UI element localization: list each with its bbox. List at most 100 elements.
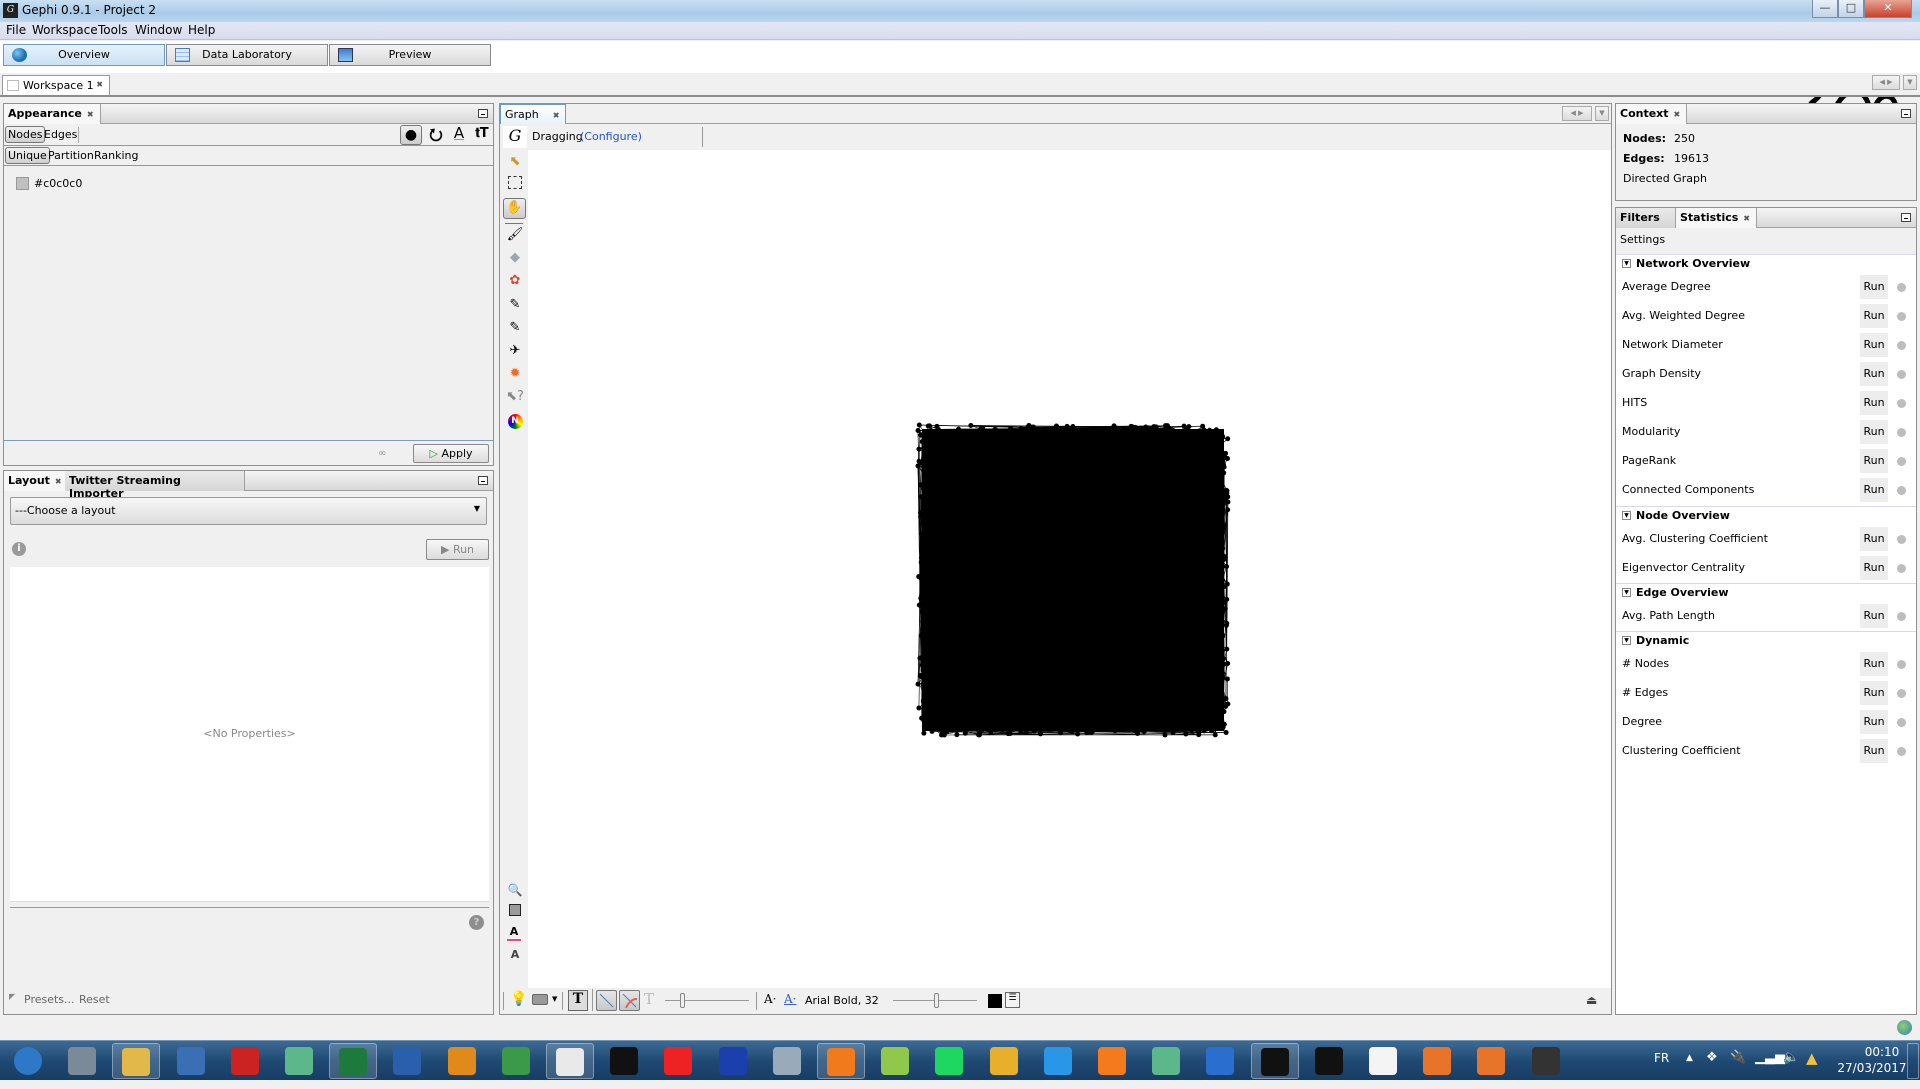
graph-node[interactable] bbox=[921, 731, 926, 736]
help-icon[interactable] bbox=[1897, 312, 1906, 321]
minimize-panel-button[interactable] bbox=[1901, 109, 1911, 118]
graph-node[interactable] bbox=[988, 727, 993, 732]
font-color-icon[interactable]: A· bbox=[784, 992, 796, 1006]
menu-window[interactable]: Window bbox=[131, 23, 186, 37]
help-icon[interactable] bbox=[1897, 370, 1906, 379]
minimize-panel-button[interactable] bbox=[478, 476, 488, 485]
taskbar-app-rocket[interactable] bbox=[492, 1043, 540, 1079]
graph-node[interactable] bbox=[1018, 544, 1023, 549]
graph-node[interactable] bbox=[974, 727, 979, 732]
workspace-tab-nav[interactable]: ◀ ▶ bbox=[1872, 75, 1900, 90]
collapse-toggle-icon[interactable]: ▼ bbox=[1622, 588, 1631, 597]
graph-node[interactable] bbox=[1151, 723, 1156, 728]
graph-node[interactable] bbox=[1039, 552, 1044, 557]
font-icon[interactable]: A· bbox=[764, 992, 776, 1006]
graph-node[interactable] bbox=[918, 460, 923, 465]
taskbar-app-atom[interactable] bbox=[275, 1043, 323, 1079]
taskbar-app-console[interactable] bbox=[1522, 1043, 1570, 1079]
graph-node[interactable] bbox=[1209, 728, 1214, 733]
taskbar-app-excel[interactable] bbox=[329, 1043, 377, 1079]
help-icon[interactable] bbox=[1897, 564, 1906, 573]
graph-node[interactable] bbox=[1221, 470, 1226, 475]
run-statistic-button[interactable]: Run bbox=[1860, 556, 1888, 580]
taskbar-app-heat[interactable] bbox=[1196, 1043, 1244, 1079]
graph-node[interactable] bbox=[917, 603, 922, 608]
perspective-preview[interactable]: Preview bbox=[329, 44, 491, 66]
graph-node[interactable] bbox=[968, 423, 973, 428]
graph-node[interactable] bbox=[975, 464, 980, 469]
color-swatch[interactable] bbox=[16, 177, 29, 190]
unique-tab[interactable]: Unique bbox=[5, 147, 50, 164]
taskbar-app-gephi[interactable] bbox=[600, 1043, 648, 1079]
graph-node[interactable] bbox=[1224, 597, 1229, 602]
perspective-data-laboratory[interactable]: Data Laboratory bbox=[166, 44, 328, 66]
collapse-toggle-icon[interactable]: ▼ bbox=[1622, 511, 1631, 520]
graph-node[interactable] bbox=[1110, 687, 1115, 692]
configure-link[interactable]: (Configure) bbox=[580, 130, 642, 143]
settings-link[interactable]: Settings bbox=[1620, 233, 1665, 246]
presets-link[interactable]: Presets... bbox=[24, 993, 75, 1006]
graph-node[interactable] bbox=[954, 732, 959, 737]
graph-node[interactable] bbox=[1185, 436, 1190, 441]
graph-node[interactable] bbox=[1153, 553, 1158, 558]
graph-node[interactable] bbox=[1084, 730, 1089, 735]
graph-node[interactable] bbox=[993, 727, 998, 732]
graph-tab-nav[interactable]: ◀ ▶ bbox=[1562, 106, 1592, 121]
tab-filters[interactable]: Filters bbox=[1616, 208, 1676, 228]
graph-node[interactable] bbox=[919, 655, 924, 660]
graph-node[interactable] bbox=[1220, 633, 1225, 638]
graph-node[interactable] bbox=[1225, 507, 1230, 512]
taskbar-app-slack[interactable] bbox=[980, 1043, 1028, 1079]
graph-node[interactable] bbox=[1011, 727, 1016, 732]
help-icon[interactable] bbox=[1897, 399, 1906, 408]
taskbar-app-player[interactable] bbox=[817, 1043, 865, 1079]
graph-node[interactable] bbox=[1058, 515, 1063, 520]
taskbar-app-outlook[interactable] bbox=[438, 1043, 486, 1079]
diamond-icon[interactable]: ◆ bbox=[506, 249, 524, 267]
show-desktop-button[interactable] bbox=[1907, 1043, 1919, 1079]
size-icon[interactable]: ⭮ bbox=[426, 125, 446, 145]
graph-node[interactable] bbox=[1164, 476, 1169, 481]
info-icon[interactable]: i bbox=[12, 542, 26, 556]
restore-button[interactable]: □ bbox=[1838, 0, 1864, 18]
help-icon[interactable] bbox=[1897, 283, 1906, 292]
graph-node[interactable] bbox=[1142, 729, 1147, 734]
graph-node[interactable] bbox=[1213, 732, 1218, 737]
taskbar-app-box[interactable] bbox=[763, 1043, 811, 1079]
graph-node[interactable] bbox=[1224, 621, 1229, 626]
graph-node[interactable] bbox=[919, 716, 924, 721]
graph-node[interactable] bbox=[978, 427, 983, 432]
graph-node[interactable] bbox=[1225, 499, 1230, 504]
run-statistic-button[interactable]: Run bbox=[1860, 420, 1888, 444]
background-color-icon[interactable] bbox=[509, 904, 521, 916]
close-tab-icon[interactable]: ✖ bbox=[87, 110, 94, 119]
workspace-tab[interactable]: Workspace 1 ✖ bbox=[2, 75, 110, 95]
edge-scale-slider-handle[interactable] bbox=[680, 993, 685, 1008]
volume-icon[interactable]: 🔈 bbox=[1783, 1050, 1799, 1065]
graph-node[interactable] bbox=[1223, 696, 1228, 701]
show-node-labels-icon[interactable]: T bbox=[568, 990, 588, 1011]
graph-node[interactable] bbox=[1130, 424, 1135, 429]
tab-layout[interactable]: Layout✖ bbox=[4, 471, 69, 491]
graph-canvas[interactable] bbox=[528, 150, 1611, 988]
graph-node[interactable] bbox=[1190, 704, 1195, 709]
graph-node[interactable] bbox=[1225, 676, 1230, 681]
graph-node[interactable] bbox=[916, 706, 921, 711]
perspective-overview[interactable]: Overview bbox=[3, 44, 165, 66]
graph-node[interactable] bbox=[920, 521, 925, 526]
graph-node[interactable] bbox=[1150, 591, 1155, 596]
statistics-group-header[interactable]: ▼Edge Overview bbox=[1616, 583, 1916, 601]
graph-node[interactable] bbox=[936, 427, 941, 432]
help-icon[interactable] bbox=[1897, 660, 1906, 669]
taskbar-app-sync[interactable] bbox=[1413, 1043, 1461, 1079]
taskbar-app-atom[interactable] bbox=[1142, 1043, 1190, 1079]
graph-node[interactable] bbox=[921, 440, 926, 445]
graph-node[interactable] bbox=[1112, 583, 1117, 588]
graph-node[interactable] bbox=[1220, 578, 1225, 583]
statistics-group-header[interactable]: ▼Dynamic bbox=[1616, 631, 1916, 649]
partition-tab[interactable]: Partition bbox=[46, 148, 96, 163]
select-arrow-icon[interactable]: ⬉ bbox=[506, 153, 524, 171]
graph-node[interactable] bbox=[1051, 688, 1056, 693]
run-statistic-button[interactable]: Run bbox=[1860, 449, 1888, 473]
help-icon[interactable] bbox=[1897, 718, 1906, 727]
